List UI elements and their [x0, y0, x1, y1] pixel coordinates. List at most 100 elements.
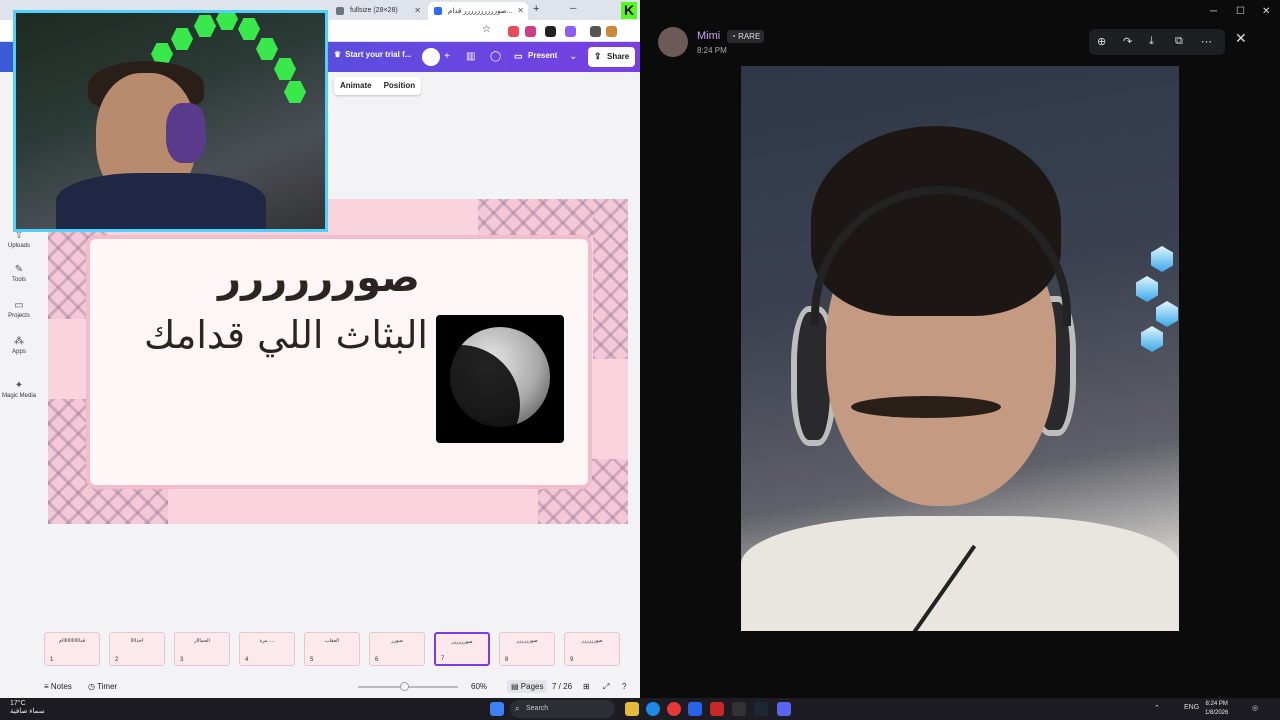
hex-light	[256, 38, 278, 60]
slide-canvas[interactable]: صورررررر البثاث اللي قدامك	[48, 199, 628, 524]
extension-icon[interactable]	[590, 26, 601, 37]
chrome-icon[interactable]	[667, 702, 681, 716]
page-thumbnail[interactable]: أخذاااا 2	[109, 632, 165, 666]
page-thumbnail[interactable]: الحمااار 3	[174, 632, 230, 666]
avatar[interactable]	[658, 27, 688, 57]
thumbnail-text: العقاب	[324, 638, 340, 644]
extension-icon[interactable]	[525, 26, 536, 37]
notes-button[interactable]: ≡ Notes	[44, 682, 72, 691]
analytics-icon[interactable]: ▥	[466, 51, 475, 62]
comment-icon[interactable]: ◯	[490, 51, 501, 62]
minimize-icon[interactable]: ─	[570, 3, 576, 13]
browser-tab[interactable]: fullsize (28×28) ✕	[330, 2, 425, 20]
fullscreen-icon[interactable]: ⤢	[603, 682, 609, 692]
webcam-overlay	[13, 10, 328, 232]
more-icon[interactable]: ⋯	[1201, 35, 1212, 48]
user-avatar[interactable]	[422, 48, 440, 66]
extension-icon[interactable]	[565, 26, 576, 37]
app-icon[interactable]	[688, 702, 702, 716]
page-thumbnail-active[interactable]: صورررررر 7	[434, 632, 490, 666]
share-button[interactable]: ⇪ Share	[588, 47, 635, 67]
close-window-icon[interactable]: ✕	[1262, 6, 1270, 17]
page-thumbnail[interactable]: قدااااااااااااام 1	[44, 632, 100, 666]
streamer-body	[56, 173, 266, 229]
moon-image[interactable]	[436, 315, 564, 443]
close-tab-icon[interactable]: ✕	[414, 6, 421, 15]
search-icon: ⌕	[515, 704, 520, 713]
extension-icon[interactable]	[508, 26, 519, 37]
present-button[interactable]: ▭ Present	[510, 48, 563, 66]
apps-icon: ⁂	[14, 336, 24, 347]
add-collaborator-icon[interactable]: +	[444, 51, 450, 62]
extension-icon[interactable]	[606, 26, 617, 37]
app-icon[interactable]	[732, 702, 746, 716]
slide-title[interactable]: صورررررر	[90, 255, 588, 301]
thumbnail-number: 6	[375, 657, 379, 663]
viewer-toolbar: ⊕ ↷ ⤓ ⧉ ⋯	[1089, 29, 1225, 55]
taskbar-search[interactable]: ⌕ Search	[510, 700, 615, 718]
app-icon[interactable]	[710, 702, 724, 716]
language-indicator[interactable]: ENG	[1184, 704, 1199, 711]
page-thumbnail[interactable]: صورررررر 8	[499, 632, 555, 666]
taskbar-clock[interactable]: 8:24 PM 1/8/2026	[1205, 700, 1228, 718]
page-thumbnail[interactable]: مرة .... 4	[239, 632, 295, 666]
thumbnail-number: 3	[180, 657, 184, 663]
steam-icon[interactable]	[754, 702, 768, 716]
headset-graphic	[166, 103, 206, 163]
tab-label: fullsize (28×28)	[350, 7, 398, 14]
zoom-slider-handle[interactable]	[400, 682, 409, 691]
chevron-up-icon[interactable]: ⌃	[1154, 704, 1160, 712]
thumbnail-text: مرة ....	[259, 638, 275, 644]
new-tab-button[interactable]: +	[533, 3, 539, 15]
browser-tab-active[interactable]: صورررررررررر قدام... ✕	[428, 2, 528, 20]
pages-button[interactable]: ▤ Pages	[507, 680, 548, 693]
present-label: Present	[528, 51, 558, 60]
page-thumbnail[interactable]: صورر 6	[369, 632, 425, 666]
page-thumbnail[interactable]: العقاب 5	[304, 632, 360, 666]
close-tab-icon[interactable]: ✕	[517, 6, 524, 15]
extension-icon[interactable]	[545, 26, 556, 37]
slide-subtitle[interactable]: البثاث اللي قدامك	[108, 313, 428, 357]
thumbnail-text: صورررررر	[581, 638, 603, 644]
thumbnail-number: 2	[115, 657, 119, 663]
sidebar-item-tools[interactable]: ✎ Tools	[0, 264, 38, 283]
thumbnail-text: أخذاااا	[130, 638, 144, 644]
bookmark-star-icon[interactable]: ☆	[482, 24, 493, 35]
thumbnail-text: صورر	[391, 638, 403, 644]
forward-icon[interactable]: ↷	[1123, 35, 1132, 48]
zoom-in-icon[interactable]: ⊕	[1097, 35, 1106, 48]
notification-icon[interactable]: ◎	[1252, 704, 1258, 712]
thumbnail-number: 8	[505, 657, 509, 663]
download-icon[interactable]: ⤓	[1149, 35, 1154, 48]
position-button[interactable]: Position	[378, 77, 422, 94]
sidebar-item-magic-media[interactable]: ✦ Magic Media	[0, 380, 38, 399]
animate-button[interactable]: Animate	[334, 77, 378, 94]
minimize-icon[interactable]: ─	[1210, 6, 1217, 17]
cube-light	[1136, 276, 1158, 302]
close-viewer-icon[interactable]: ✕	[1235, 30, 1247, 47]
viewed-photo[interactable]	[741, 66, 1179, 631]
zoom-level[interactable]: 60%	[471, 682, 487, 691]
notes-label: Notes	[50, 682, 72, 691]
present-icon: ▭	[514, 51, 523, 61]
chevron-down-icon[interactable]: ⌄	[569, 51, 577, 62]
maximize-icon[interactable]: ☐	[1236, 6, 1245, 17]
username[interactable]: Mimi	[697, 30, 720, 42]
sidebar-item-apps[interactable]: ⁂ Apps	[0, 336, 38, 355]
start-trial-button[interactable]: ♛ Start your trial f...	[334, 50, 411, 59]
edge-icon[interactable]	[646, 702, 660, 716]
help-icon[interactable]: ?	[622, 682, 626, 691]
weather-widget[interactable]: 17°C سماء صافية	[10, 700, 45, 715]
pages-icon: ▤	[511, 682, 521, 691]
sidebar-item-uploads[interactable]: ⇧ Uploads	[0, 230, 38, 249]
page-thumbnail[interactable]: صورررررر 9	[564, 632, 620, 666]
hex-light	[216, 13, 238, 30]
discord-icon[interactable]	[777, 702, 791, 716]
open-external-icon[interactable]: ⧉	[1175, 35, 1183, 48]
grid-view-icon[interactable]: ⊞	[583, 682, 590, 691]
start-icon[interactable]	[490, 702, 504, 716]
page-thumbnails: قدااااااااااااام 1 أخذاااا 2 الحمااار 3 مرة…	[42, 632, 632, 666]
file-explorer-icon[interactable]	[625, 702, 639, 716]
timer-button[interactable]: ◷ Timer	[88, 682, 117, 691]
sidebar-item-projects[interactable]: ▭ Projects	[0, 300, 38, 319]
